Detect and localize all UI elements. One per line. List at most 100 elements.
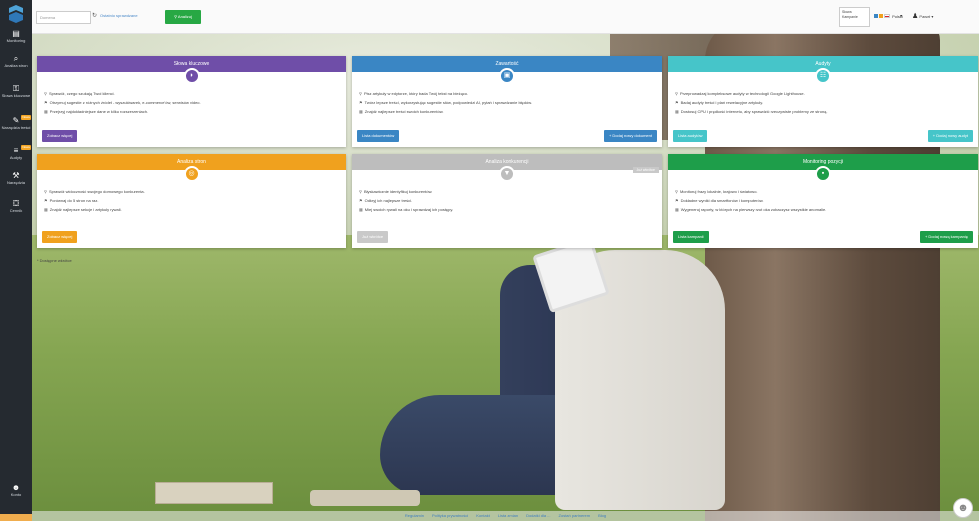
card-primary-button: Już wkrótce: [357, 231, 389, 243]
bullet-icon: ▦: [44, 207, 48, 212]
sidebar-item-1[interactable]: ⌕ Analiza stron: [0, 54, 32, 69]
last-checked-label: Ostatnio sprawdzane: [100, 13, 138, 18]
sidebar-item-label: Analiza stron: [4, 63, 28, 68]
tool-card: Analiza stron ◎ ⚲ Sprawdź widoczność swojeg…: [37, 154, 346, 248]
card-feature-line: ⚑ Twórz lepsze treści, wykorzystując suge…: [359, 98, 655, 107]
language-switcher[interactable]: Polski ▾: [874, 13, 903, 19]
card-feature-line: ⚲ Sprawdź widoczność swojego domowego kon…: [44, 187, 339, 196]
card-primary-button[interactable]: Lista audytów: [673, 130, 708, 142]
flag-icon: [879, 13, 883, 18]
card-title: Analiza stron: [177, 159, 206, 165]
card-feature-line: ⚑ Dokładne wyniki dla smartfonów i komput…: [675, 196, 971, 205]
sidebar-item-label: Audyty: [9, 155, 23, 160]
card-feature-text: Wygeneruj raporty, w których na pierwszy…: [680, 207, 827, 212]
list-icon: ≡: [13, 146, 19, 155]
bullet-icon: ⚲: [359, 189, 362, 194]
sidebar-item-5[interactable]: ⚒ Narzędzia: [0, 172, 32, 186]
card-feature-line: ▦ Wygeneruj raporty, w których na pierwsz…: [675, 205, 971, 214]
footer-links: Regulamin Polityka prywatności Kontakt List…: [32, 511, 979, 521]
card-title: Słowa kluczowe: [173, 61, 210, 67]
card-feature-line: ⚑ Badaj audyty treści i plań rewelacyjne …: [675, 98, 971, 107]
poland-flag-icon: [884, 13, 890, 18]
footer-link[interactable]: Blog: [598, 513, 606, 518]
card-feature-text: Błyskawicznie identyfikuj konkurentów.: [363, 189, 433, 194]
last-checked-link[interactable]: ↻ Ostatnio sprawdzane: [92, 12, 138, 19]
user-icon: ☻: [11, 483, 21, 492]
refresh-icon[interactable]: ↻: [92, 13, 97, 19]
edit-icon: ✎: [12, 116, 20, 125]
logo-icon[interactable]: [6, 4, 26, 24]
bullet-icon: ⚲: [44, 189, 47, 194]
card-feature-text: Dostosuj CPU i prędkość internetu, aby s…: [680, 109, 828, 114]
card-add-button[interactable]: + Dodaj nowy dokument: [603, 130, 657, 142]
sidebar-item-3[interactable]: ✎ Narzędzia treści Nowe: [0, 115, 32, 130]
bullet-icon: ▦: [359, 207, 363, 212]
sidebar-item-label: Słowa kluczowe: [1, 93, 31, 98]
domain-search-input[interactable]: Domena: [36, 11, 91, 24]
sidebar-item-label: Narzędzia treści: [1, 125, 31, 130]
tool-card: Zawartość ▣ ⚲ Pisz artykuły w edytorze, któ…: [352, 56, 662, 147]
sidebar-item-4[interactable]: ≡ Audyty Nowe: [0, 145, 32, 160]
sidebar-item-0[interactable]: ▤ Monitoring: [0, 30, 32, 44]
keywords-campaigns-box[interactable]: Słowa Kampanie: [839, 7, 870, 27]
tool-card: Słowa kluczowe ◗ ⚲ Sprawdź, czego szukają T…: [37, 56, 346, 147]
card-icon: ▪: [815, 166, 831, 182]
key-icon: ⚿: [12, 84, 20, 93]
user-menu[interactable]: ♟ Paweł ▾: [912, 12, 933, 20]
language-label: Polski: [892, 13, 903, 19]
new-badge: Nowe: [21, 115, 31, 120]
card-title: Audyty: [815, 61, 831, 67]
card-title: Analiza konkurencji: [485, 159, 529, 165]
card-add-button[interactable]: + Dodaj nowy audyt: [927, 130, 973, 142]
tool-card: Monitoring pozycji ▪ ⚲ Monitoruj frazy loka…: [668, 154, 978, 248]
footer-link[interactable]: Lista zmian: [498, 513, 518, 518]
sidebar-item-6[interactable]: ⛋ Cennik: [0, 199, 32, 214]
card-feature-line: ⚑ Odkryj ich najlepsze treści.: [359, 196, 655, 205]
card-feature-text: Przeprowadzaj kompleksowe audyty w techn…: [679, 91, 805, 96]
card-feature-text: Sprawdź widoczność swojego domowego konk…: [48, 189, 145, 194]
bullet-icon: ⚑: [675, 100, 679, 105]
sidebar-account-label: Konto: [10, 492, 22, 497]
card-feature-text: Miej swoich rywali na oku i sprawdzaj ic…: [364, 207, 454, 212]
card-primary-button[interactable]: Lista dokumentów: [357, 130, 400, 142]
search-icon: ⌕: [13, 54, 19, 63]
left-sidebar: ▤ Monitoring ⌕ Analiza stron ⚿ Słowa kluczowe…: [0, 0, 32, 521]
bullet-icon: ▦: [359, 109, 363, 114]
footer-link[interactable]: Zostań partnerem: [559, 513, 591, 518]
footer-link[interactable]: Polityka prywatności: [432, 513, 468, 518]
bullet-icon: ⚑: [359, 198, 363, 203]
card-feature-text: Odkryj ich najlepsze treści.: [364, 198, 413, 203]
card-feature-line: ⚲ Sprawdź, czego szukają Twoi klienci.: [44, 89, 339, 98]
card-add-button[interactable]: + Dodaj nową kampanię: [919, 231, 973, 243]
footer-link[interactable]: Dodatki dla ...: [526, 513, 550, 518]
card-primary-button[interactable]: Zobacz więcej: [42, 130, 78, 142]
footer-link[interactable]: Kontakt: [476, 513, 490, 518]
bullet-icon: ▦: [44, 109, 48, 114]
sidebar-item-label: Narzędzia: [6, 180, 25, 185]
bullet-icon: ⚲: [675, 189, 678, 194]
card-feature-text: Dokładne wyniki dla smartfonów i kompute…: [680, 198, 764, 203]
card-feature-line: ▦ Miej swoich rywali na oku i sprawdzaj i…: [359, 205, 655, 214]
new-badge: Nowe: [21, 145, 31, 150]
sidebar-item-2[interactable]: ⚿ Słowa kluczowe: [0, 84, 32, 99]
card-feature-text: Przejrzyj najdokładniejsze dane w kilku …: [49, 109, 149, 114]
footer-link[interactable]: Regulamin: [405, 513, 424, 518]
bullet-icon: ⚲: [675, 91, 678, 96]
kw-box-line-2: Kampanie: [842, 15, 858, 19]
card-feature-line: ⚲ Monitoruj frazy lokalnie, krajowo i świ…: [675, 187, 971, 196]
sidebar-account[interactable]: ☻ Konto: [0, 483, 32, 497]
card-feature-line: ▦ Znajdź najlepsze treści swoich konkuren…: [359, 107, 655, 116]
cart-icon: ⛋: [12, 199, 20, 208]
analyze-button[interactable]: ⚲ Analizuj: [165, 10, 201, 24]
bullet-icon: ⚲: [359, 91, 362, 96]
card-primary-button[interactable]: Lista kampanii: [673, 231, 709, 243]
coming-soon-note: * Dostępne wkrótce: [37, 258, 72, 263]
card-feature-line: ⚲ Błyskawicznie identyfikuj konkurentów.: [359, 187, 655, 196]
chat-avatar-icon[interactable]: ☻: [953, 498, 973, 518]
card-feature-line: ▦ Dostosuj CPU i prędkość internetu, aby …: [675, 107, 971, 116]
card-feature-line: ⚲ Pisz artykuły w edytorze, który bada Tw…: [359, 89, 655, 98]
card-title: Monitoring pozycji: [802, 159, 844, 165]
card-feature-text: Badaj audyty treści i plań rewelacyjne a…: [680, 100, 764, 105]
analyze-label: Analizuj: [177, 14, 192, 19]
card-primary-button[interactable]: Zobacz więcej: [42, 231, 78, 243]
